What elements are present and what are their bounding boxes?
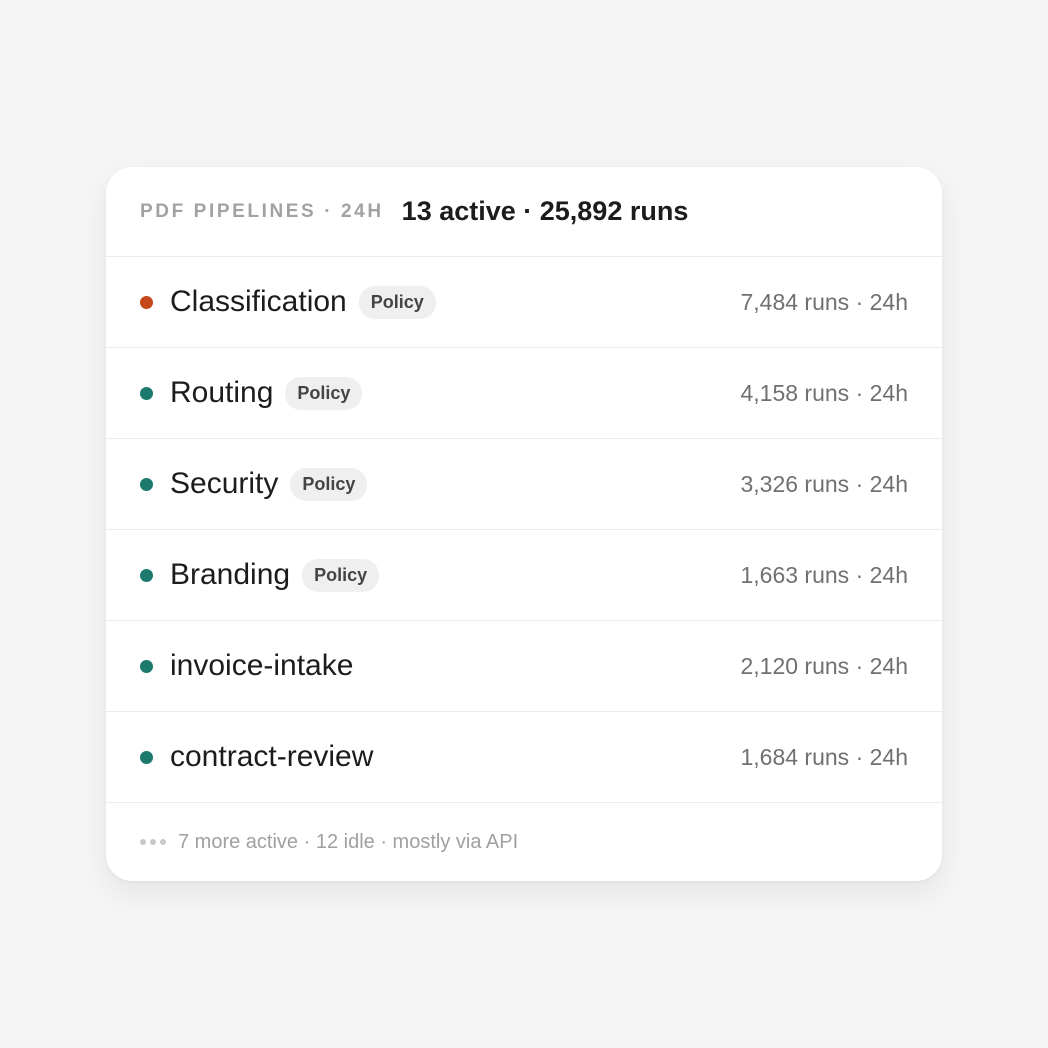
pipeline-runs: 3,326 runs · 24h xyxy=(740,470,908,497)
status-dot xyxy=(140,386,153,400)
active-summary: 13 active · 25,892 runs xyxy=(401,196,689,226)
pipeline-name: Routing xyxy=(170,376,274,409)
policy-badge: Policy xyxy=(302,558,380,592)
pipelines-card: PDF PIPELINES · 24H 13 active · 25,892 r… xyxy=(106,167,942,881)
pipeline-runs: 4,158 runs · 24h xyxy=(740,379,908,406)
policy-badge: Policy xyxy=(285,376,363,410)
pipeline-runs: 2,120 runs · 24h xyxy=(740,652,908,679)
status-dot xyxy=(140,659,153,673)
pipeline-list: Classification Policy 7,484 runs · 24h R… xyxy=(106,257,942,803)
status-dot xyxy=(140,568,153,582)
status-dot xyxy=(140,750,153,764)
dot-3 xyxy=(160,839,166,845)
pipeline-row-security[interactable]: Security Policy 3,326 runs · 24h xyxy=(106,439,942,530)
status-dot xyxy=(140,295,153,309)
status-dot xyxy=(140,477,153,491)
card-footer: 7 more active · 12 idle · mostly via API xyxy=(106,803,942,881)
pipeline-name: Branding xyxy=(170,558,291,591)
footer-summary: 7 more active · 12 idle · mostly via API xyxy=(178,830,519,853)
policy-badge: Policy xyxy=(358,285,436,319)
pipeline-name: invoice-intake xyxy=(170,649,354,682)
pipeline-row-branding[interactable]: Branding Policy 1,663 runs · 24h xyxy=(106,530,942,621)
card-header: PDF PIPELINES · 24H 13 active · 25,892 r… xyxy=(106,167,942,257)
dot-1 xyxy=(140,839,146,845)
dot-2 xyxy=(150,839,156,845)
card-eyebrow: PDF PIPELINES · 24H xyxy=(140,200,384,222)
pipeline-name: Classification xyxy=(170,285,347,318)
pipeline-row-routing[interactable]: Routing Policy 4,158 runs · 24h xyxy=(106,348,942,439)
more-dots-icon xyxy=(140,839,166,845)
pipeline-runs: 7,484 runs · 24h xyxy=(740,288,908,315)
pipeline-row-invoice-intake[interactable]: invoice-intake 2,120 runs · 24h xyxy=(106,621,942,712)
pipeline-row-contract-review[interactable]: contract-review 1,684 runs · 24h xyxy=(106,712,942,803)
pipeline-name: Security xyxy=(170,467,279,500)
pipeline-runs: 1,663 runs · 24h xyxy=(740,561,908,588)
pipeline-name: contract-review xyxy=(170,740,374,773)
policy-badge: Policy xyxy=(290,467,368,501)
pipeline-row-classification[interactable]: Classification Policy 7,484 runs · 24h xyxy=(106,257,942,348)
pipeline-runs: 1,684 runs · 24h xyxy=(740,743,908,770)
